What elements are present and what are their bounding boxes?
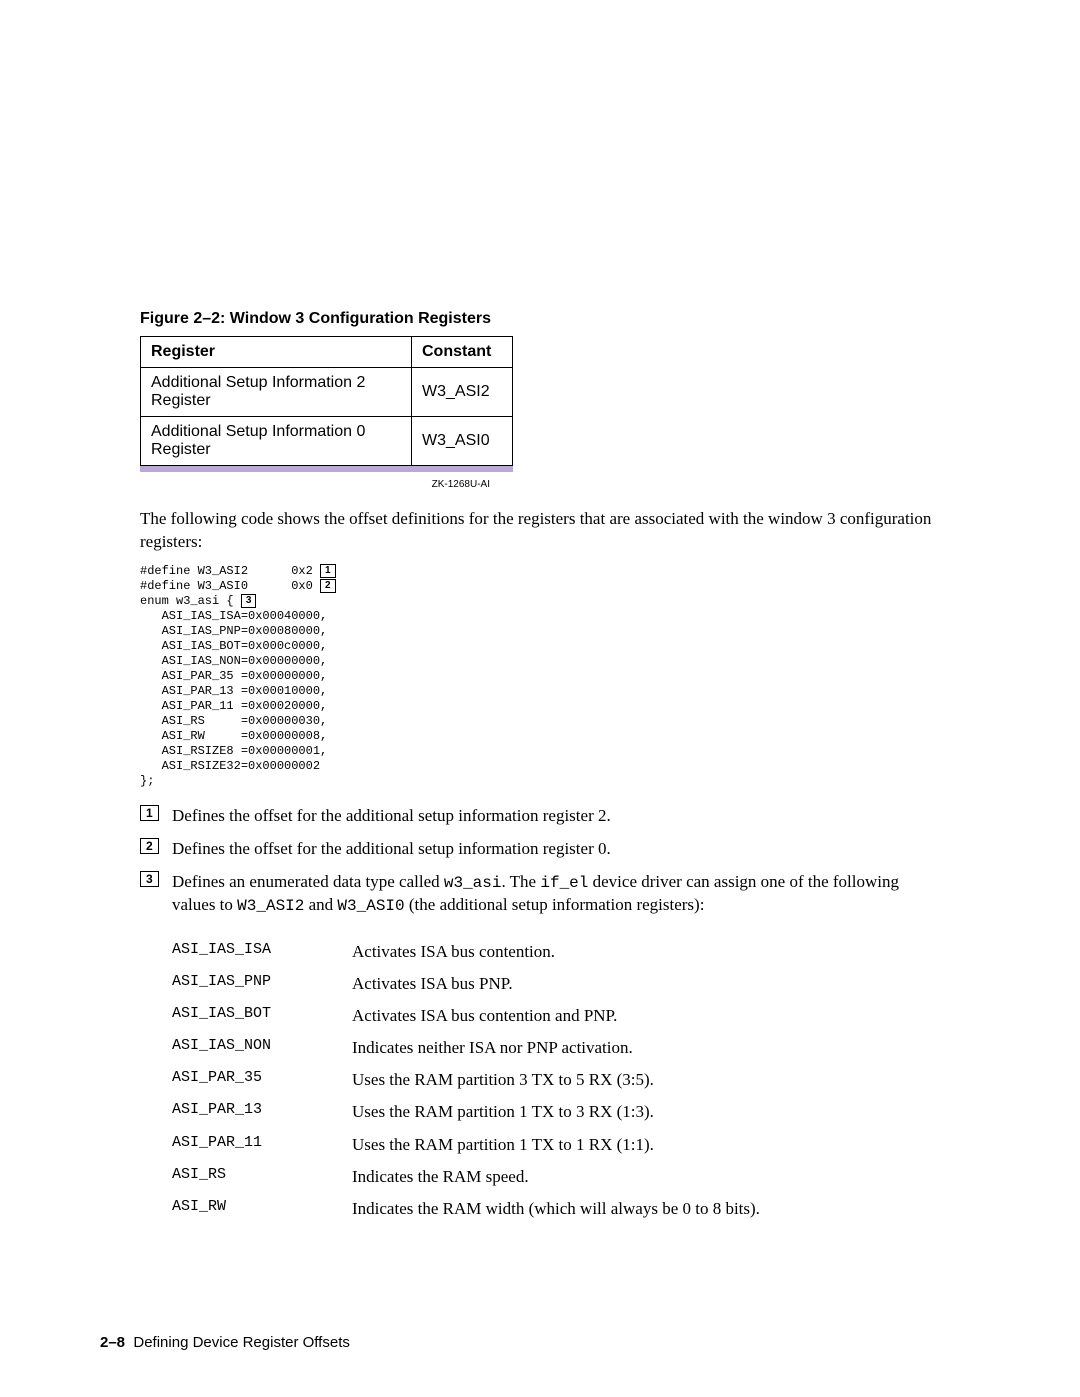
figure-caption: Figure 2–2: Window 3 Configuration Regis…	[140, 310, 940, 328]
inline-code: W3_ASI2	[237, 897, 304, 915]
note-text: Defines the offset for the additional se…	[172, 838, 940, 861]
def-desc: Uses the RAM partition 1 TX to 3 RX (1:3…	[352, 1096, 770, 1128]
text: Defines an enumerated data type called	[172, 872, 444, 891]
def-term: ASI_PAR_35	[172, 1064, 352, 1096]
def-desc: Indicates the RAM speed.	[352, 1161, 770, 1193]
page-number: 2–8	[100, 1334, 125, 1351]
def-term: ASI_PAR_13	[172, 1096, 352, 1128]
code-line: ASI_RS =0x00000030,	[140, 714, 327, 728]
def-row: ASI_IAS_BOT Activates ISA bus contention…	[172, 1000, 770, 1032]
def-desc: Uses the RAM partition 3 TX to 5 RX (3:5…	[352, 1064, 770, 1096]
def-term: ASI_PAR_11	[172, 1129, 352, 1161]
code-line: ASI_PAR_11 =0x00020000,	[140, 699, 327, 713]
note-number: 3	[140, 871, 172, 918]
callout-box: 3	[140, 871, 159, 887]
table-row: Additional Setup Information 0 Register …	[141, 417, 513, 466]
col-constant: Constant	[412, 337, 513, 368]
callout-box: 1	[140, 805, 159, 821]
code-line: enum w3_asi {	[140, 594, 241, 608]
def-row: ASI_PAR_13 Uses the RAM partition 1 TX t…	[172, 1096, 770, 1128]
def-row: ASI_IAS_ISA Activates ISA bus contention…	[172, 936, 770, 968]
register-table-wrap: Register Constant Additional Setup Infor…	[140, 336, 513, 466]
page-footer: 2–8 Defining Device Register Offsets	[100, 1334, 350, 1351]
note-number: 2	[140, 838, 172, 861]
inline-code: if_el	[540, 874, 588, 892]
callout-3: 3	[241, 594, 257, 608]
notes-list: 1 Defines the offset for the additional …	[140, 805, 940, 918]
definitions-table: ASI_IAS_ISA Activates ISA bus contention…	[172, 936, 770, 1225]
table-row: Additional Setup Information 2 Register …	[141, 368, 513, 417]
note-item: 1 Defines the offset for the additional …	[140, 805, 940, 828]
def-desc: Activates ISA bus contention and PNP.	[352, 1000, 770, 1032]
note-number: 1	[140, 805, 172, 828]
code-line: ASI_IAS_ISA=0x00040000,	[140, 609, 327, 623]
figure-id-label: ZK-1268U-AI	[140, 479, 490, 490]
code-line: ASI_IAS_NON=0x00000000,	[140, 654, 327, 668]
footer-title: Defining Device Register Offsets	[133, 1334, 349, 1351]
def-row: ASI_IAS_NON Indicates neither ISA nor PN…	[172, 1032, 770, 1064]
code-line: #define W3_ASI2 0x2	[140, 564, 320, 578]
callout-box: 2	[140, 838, 159, 854]
def-term: ASI_IAS_BOT	[172, 1000, 352, 1032]
def-desc: Uses the RAM partition 1 TX to 1 RX (1:1…	[352, 1129, 770, 1161]
text: . The	[501, 872, 540, 891]
note-text: Defines the offset for the additional se…	[172, 805, 940, 828]
def-term: ASI_IAS_PNP	[172, 968, 352, 1000]
code-line: ASI_RW =0x00000008,	[140, 729, 327, 743]
intro-paragraph: The following code shows the offset defi…	[140, 508, 940, 554]
def-desc: Indicates the RAM width (which will alwa…	[352, 1193, 770, 1225]
register-table: Register Constant Additional Setup Infor…	[140, 336, 513, 466]
def-row: ASI_PAR_35 Uses the RAM partition 3 TX t…	[172, 1064, 770, 1096]
callout-1: 1	[320, 564, 336, 578]
note-item: 2 Defines the offset for the additional …	[140, 838, 940, 861]
callout-2: 2	[320, 579, 336, 593]
def-term: ASI_IAS_ISA	[172, 936, 352, 968]
cell-constant: W3_ASI0	[412, 417, 513, 466]
code-block: #define W3_ASI2 0x2 1 #define W3_ASI0 0x…	[140, 564, 940, 789]
cell-register: Additional Setup Information 0 Register	[141, 417, 412, 466]
note-text: Defines an enumerated data type called w…	[172, 871, 940, 918]
code-line: ASI_PAR_13 =0x00010000,	[140, 684, 327, 698]
text: and	[304, 895, 337, 914]
cell-register: Additional Setup Information 2 Register	[141, 368, 412, 417]
inline-code: w3_asi	[444, 874, 502, 892]
code-line: ASI_IAS_BOT=0x000c0000,	[140, 639, 327, 653]
table-header-row: Register Constant	[141, 337, 513, 368]
page: Figure 2–2: Window 3 Configuration Regis…	[0, 0, 1080, 1397]
code-line: };	[140, 774, 154, 788]
code-line: #define W3_ASI0 0x0	[140, 579, 320, 593]
code-line: ASI_RSIZE32=0x00000002	[140, 759, 320, 773]
def-desc: Activates ISA bus PNP.	[352, 968, 770, 1000]
def-desc: Indicates neither ISA nor PNP activation…	[352, 1032, 770, 1064]
def-term: ASI_IAS_NON	[172, 1032, 352, 1064]
code-line: ASI_IAS_PNP=0x00080000,	[140, 624, 327, 638]
code-line: ASI_RSIZE8 =0x00000001,	[140, 744, 327, 758]
cell-constant: W3_ASI2	[412, 368, 513, 417]
inline-code: W3_ASI0	[337, 897, 404, 915]
text: (the additional setup information regist…	[405, 895, 705, 914]
def-row: ASI_RS Indicates the RAM speed.	[172, 1161, 770, 1193]
def-row: ASI_RW Indicates the RAM width (which wi…	[172, 1193, 770, 1225]
def-term: ASI_RW	[172, 1193, 352, 1225]
def-row: ASI_PAR_11 Uses the RAM partition 1 TX t…	[172, 1129, 770, 1161]
def-desc: Activates ISA bus contention.	[352, 936, 770, 968]
def-row: ASI_IAS_PNP Activates ISA bus PNP.	[172, 968, 770, 1000]
code-line: ASI_PAR_35 =0x00000000,	[140, 669, 327, 683]
col-register: Register	[141, 337, 412, 368]
note-item: 3 Defines an enumerated data type called…	[140, 871, 940, 918]
def-term: ASI_RS	[172, 1161, 352, 1193]
